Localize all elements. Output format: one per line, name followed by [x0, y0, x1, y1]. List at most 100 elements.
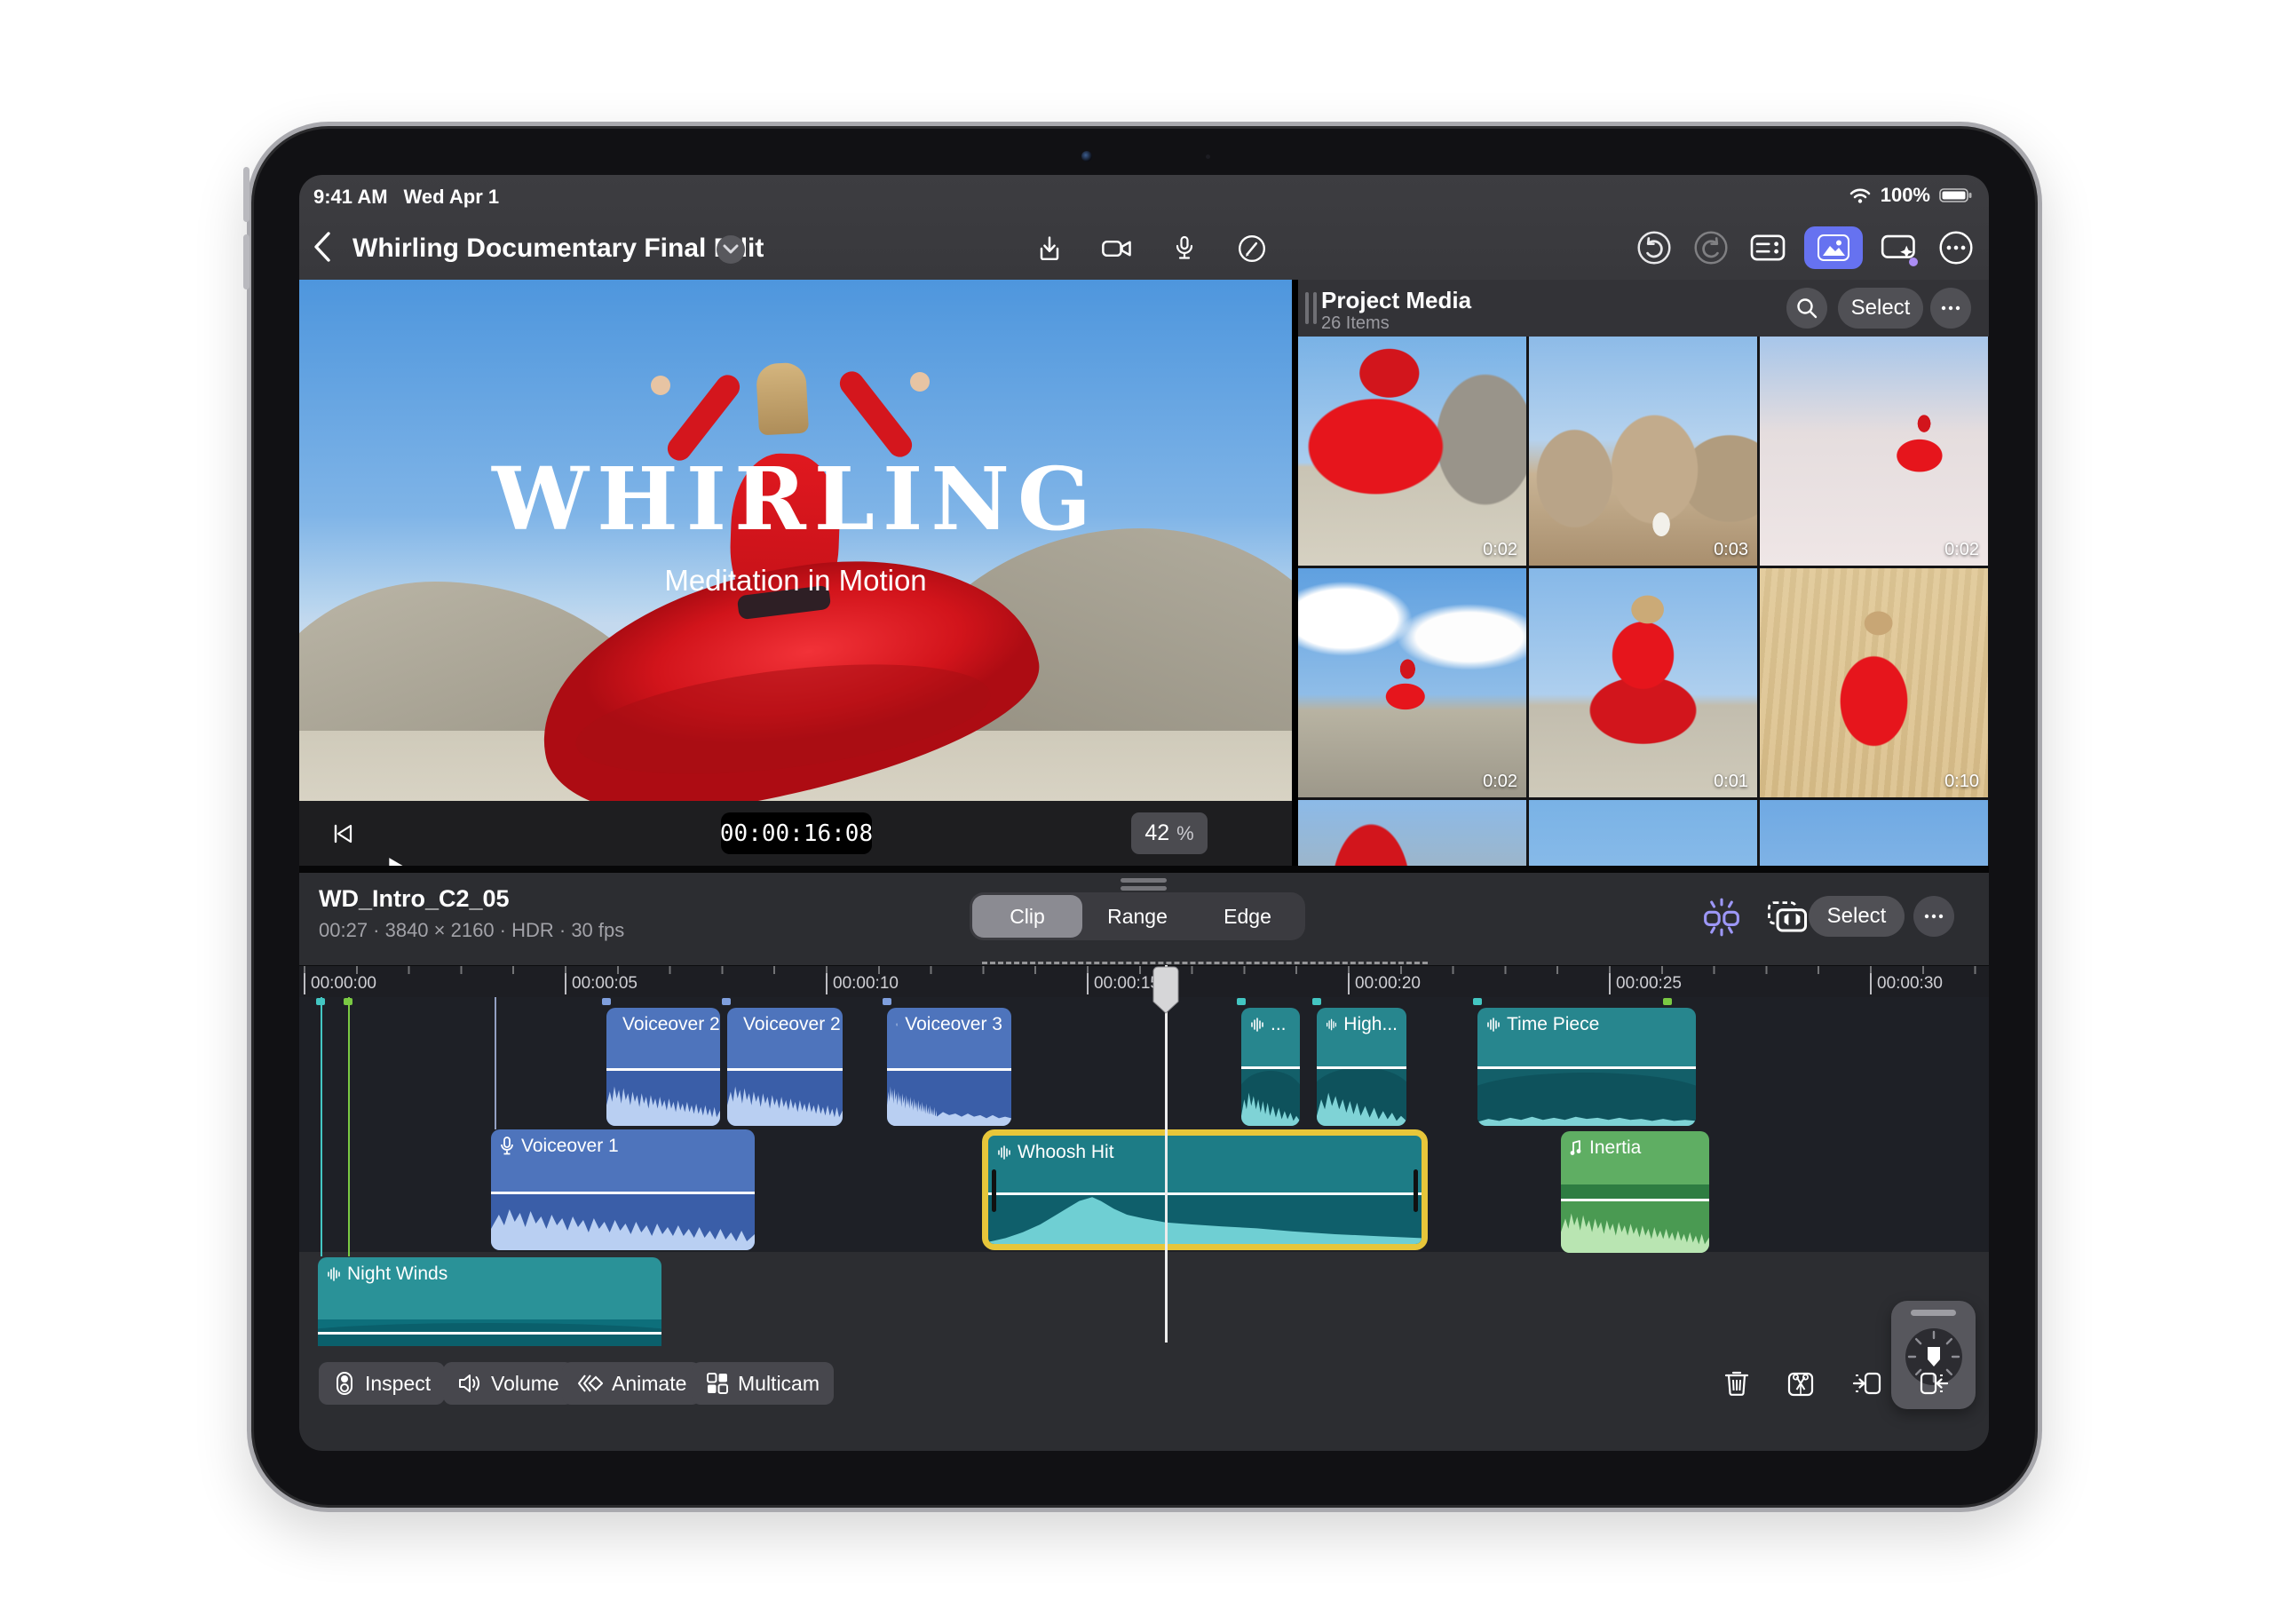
clip-label: High... — [1343, 1014, 1398, 1034]
clip-label: ... — [1271, 1014, 1287, 1034]
delete-clip-icon[interactable] — [1719, 1366, 1754, 1401]
redo-icon[interactable] — [1691, 227, 1731, 268]
ruler-label: 00:00:30 — [1870, 973, 1943, 994]
search-button[interactable] — [1786, 288, 1827, 329]
thumbnail-duration: 0:02 — [1944, 540, 1979, 559]
connection-dot — [1473, 998, 1482, 1005]
front-camera — [1081, 151, 1092, 162]
mode-clip[interactable]: Clip — [972, 895, 1082, 938]
ruler-label: 00:00:20 — [1348, 973, 1421, 994]
volume-button[interactable]: Volume — [443, 1362, 574, 1405]
media-browser-button-active[interactable] — [1804, 226, 1863, 269]
microphone-icon[interactable] — [1164, 228, 1205, 269]
panel-resize-handle[interactable] — [1121, 878, 1167, 891]
timeline-clip-voiceover3[interactable]: Voiceover 3 — [887, 1008, 1011, 1126]
insert-clip-icon[interactable] — [1849, 1366, 1885, 1401]
project-media-header: Project Media 26 Items Select — [1298, 280, 1989, 337]
more-icon[interactable] — [1936, 227, 1976, 268]
clip-edge-line — [495, 997, 496, 1129]
ipad-device: 9:41 AM Wed Apr 1 100% Whirling Document… — [243, 122, 2042, 1512]
multicam-button[interactable]: Multicam — [692, 1362, 835, 1405]
connect-overwrite-icon[interactable] — [1764, 896, 1810, 939]
playhead-line[interactable] — [1165, 965, 1168, 1343]
clip-label: Night Winds — [347, 1264, 448, 1284]
mode-range[interactable]: Range — [1082, 895, 1192, 938]
mode-edge[interactable]: Edge — [1192, 895, 1303, 938]
media-thumbnail[interactable]: 0:02 — [1298, 337, 1526, 566]
clip-label: Voiceover 1 — [521, 1136, 619, 1156]
ruler-label: 00:00:00 — [304, 973, 376, 994]
import-icon[interactable] — [1029, 228, 1070, 269]
connection-dot — [1312, 998, 1321, 1005]
title-bar: Whirling Documentary Final Edit — [299, 216, 1989, 280]
media-thumbnail[interactable]: 0:01 — [1529, 568, 1757, 797]
viewer-art-hat — [755, 361, 810, 436]
zoom-level-control[interactable]: 42 % — [1131, 812, 1208, 854]
viewer-overlay-subtitle: Meditation in Motion — [664, 564, 927, 597]
timeline-clip-time-piece[interactable]: Time Piece — [1477, 1008, 1696, 1126]
media-thumbnail[interactable]: 0:10 — [1760, 568, 1988, 797]
media-thumbnail[interactable]: 0:02 — [1760, 337, 1988, 566]
inspect-button[interactable]: Inspect — [319, 1362, 446, 1405]
timeline-more-button[interactable] — [1913, 896, 1954, 937]
panel-grab-bars[interactable] — [1305, 292, 1317, 324]
back-button[interactable] — [312, 230, 344, 265]
media-thumbnail[interactable] — [1529, 800, 1757, 866]
project-media-panel: Project Media 26 Items Select 0:02 0:03 … — [1298, 280, 1989, 866]
timeline-clip-voiceover2b[interactable]: Voiceover 2 — [727, 1008, 843, 1126]
battery-icon — [1939, 186, 1973, 204]
thumbnail-duration: 0:10 — [1944, 772, 1979, 791]
clip-edge-line — [321, 997, 322, 1256]
titles-star-icon[interactable] — [1879, 227, 1920, 268]
undo-icon[interactable] — [1634, 227, 1675, 268]
split-clip-icon[interactable] — [1783, 1366, 1818, 1401]
thumbnail-duration: 0:02 — [1483, 540, 1517, 559]
project-title: Whirling Documentary Final Edit — [352, 234, 764, 263]
timeline-clip-inertia[interactable]: Inertia — [1561, 1131, 1709, 1253]
clip-label: Inertia — [1589, 1137, 1642, 1158]
timecode-display[interactable]: 00:00:16:08 — [720, 812, 873, 854]
previous-frame-button[interactable] — [322, 813, 363, 854]
timeline-clip-whoosh-hit-selected[interactable]: Whoosh Hit — [982, 1129, 1428, 1250]
playhead-handle[interactable] — [1152, 965, 1179, 1015]
timeline-clip-sfx-short[interactable]: ... — [1241, 1008, 1300, 1126]
connection-dot — [1237, 998, 1246, 1005]
timeline-clip-voiceover2a[interactable]: Voiceover 2 — [606, 1008, 720, 1126]
viewer-preview: WHIRLING Meditation in Motion — [299, 280, 1292, 801]
timeline-ruler[interactable]: 00:00:00 00:00:05 00:00:10 00:00:15 00:0… — [299, 965, 1989, 998]
battery-percent: 100% — [1880, 184, 1930, 206]
camera-icon[interactable] — [1097, 228, 1137, 269]
browser-list-icon[interactable] — [1747, 227, 1788, 268]
media-thumbnail[interactable] — [1760, 800, 1988, 866]
media-select-button[interactable]: Select — [1838, 288, 1923, 329]
volume-label: Volume — [491, 1371, 559, 1395]
media-more-button[interactable] — [1930, 288, 1971, 329]
jog-wheel-grip[interactable] — [1911, 1310, 1956, 1316]
animate-button[interactable]: Animate — [562, 1362, 701, 1405]
magnetic-split-icon[interactable] — [1699, 896, 1745, 939]
zoom-value: 42 — [1144, 820, 1170, 845]
overwrite-clip-icon[interactable] — [1916, 1366, 1952, 1401]
trim-handle-right[interactable] — [1414, 1169, 1418, 1212]
project-title-menu-button[interactable] — [717, 235, 745, 264]
clip-label: Whoosh Hit — [1018, 1142, 1114, 1162]
timeline-select-button[interactable]: Select — [1809, 896, 1905, 937]
trim-handle-left[interactable] — [992, 1169, 996, 1212]
ruler-label: 00:00:15 — [1087, 973, 1160, 994]
project-media-count: 26 Items — [1321, 313, 1390, 333]
timeline-clip-voiceover1[interactable]: Voiceover 1 — [491, 1129, 755, 1250]
media-thumbnail[interactable] — [1298, 800, 1526, 866]
pencil-icon[interactable] — [1232, 228, 1272, 269]
timeline-clip-high[interactable]: High... — [1317, 1008, 1406, 1126]
viewer-art-hand-right — [910, 372, 930, 392]
edit-mode-segmented-control: Clip Range Edge — [970, 892, 1305, 940]
animate-label: Animate — [612, 1371, 687, 1395]
project-media-title: Project Media — [1321, 287, 1472, 313]
media-thumbnail[interactable]: 0:03 — [1529, 337, 1757, 566]
thumbnail-duration: 0:01 — [1714, 772, 1748, 791]
media-grid: 0:02 0:03 0:02 0:02 0:01 0:10 — [1298, 337, 1989, 866]
ruler-label: 00:00:25 — [1609, 973, 1682, 994]
thumbnail-duration: 0:02 — [1483, 772, 1517, 791]
timeline-clip-night-winds[interactable]: Night Winds — [318, 1257, 661, 1346]
media-thumbnail[interactable]: 0:02 — [1298, 568, 1526, 797]
